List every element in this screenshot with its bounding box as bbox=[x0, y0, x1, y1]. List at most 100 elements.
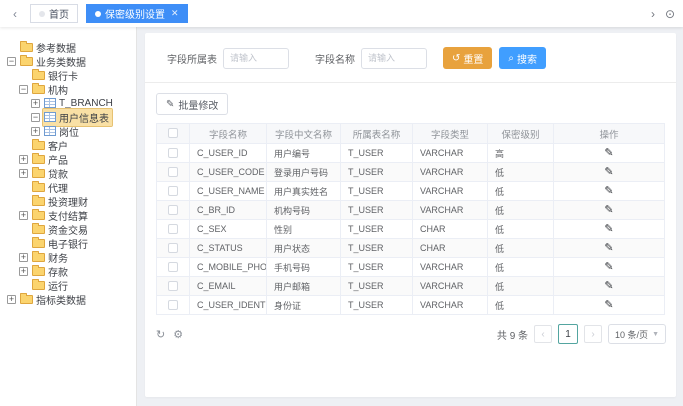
tree-item[interactable]: −用户信息表 bbox=[0, 110, 136, 124]
row-actions-cell: ✎ bbox=[554, 239, 665, 258]
tree-item[interactable]: +产品 bbox=[0, 152, 136, 166]
row-checkbox[interactable] bbox=[168, 205, 178, 215]
edit-pencil-icon[interactable]: ✎ bbox=[604, 147, 613, 159]
table-cell: CHAR bbox=[413, 220, 488, 239]
column-header: 字段类型 bbox=[413, 124, 488, 144]
fields-table: 字段名称字段中文名称所属表名称字段类型保密级别操作 C_USER_ID用户编号T… bbox=[156, 123, 665, 315]
table-row: C_STATUS用户状态T_USERCHAR低✎ bbox=[157, 239, 665, 258]
prev-page-button[interactable]: ‹ bbox=[534, 325, 552, 343]
folder-icon bbox=[32, 267, 45, 276]
chevron-right-icon[interactable]: › bbox=[651, 7, 655, 21]
expand-toggle-icon[interactable]: + bbox=[19, 155, 28, 164]
expand-toggle-icon[interactable]: + bbox=[19, 253, 28, 262]
tab-secrecy-level-settings[interactable]: 保密级别设置 ✕ bbox=[86, 4, 188, 23]
next-page-button[interactable]: › bbox=[584, 325, 602, 343]
total-count-label: 共 9 条 bbox=[497, 327, 528, 342]
tree-item[interactable]: 运行 bbox=[0, 278, 136, 292]
tree-item[interactable]: −机构 bbox=[0, 82, 136, 96]
refresh-icon[interactable]: ↻ bbox=[156, 328, 165, 341]
column-header: 字段名称 bbox=[190, 124, 267, 144]
tree-item[interactable]: 客户 bbox=[0, 138, 136, 152]
row-checkbox[interactable] bbox=[168, 224, 178, 234]
edit-pencil-icon[interactable]: ✎ bbox=[604, 223, 613, 235]
search-button[interactable]: ⌕ 搜索 bbox=[499, 47, 546, 69]
row-checkbox[interactable] bbox=[168, 281, 178, 291]
collapse-toggle-icon[interactable]: − bbox=[19, 85, 28, 94]
tree-item[interactable]: 参考数据 bbox=[0, 40, 136, 54]
row-checkbox[interactable] bbox=[168, 186, 178, 196]
tab-home[interactable]: 首页 bbox=[30, 4, 78, 23]
tree-item[interactable]: +指标类数据 bbox=[0, 292, 136, 306]
field-table-input[interactable] bbox=[223, 48, 289, 69]
row-checkbox[interactable] bbox=[168, 167, 178, 177]
row-select-cell bbox=[157, 220, 190, 239]
tree-item[interactable]: +T_BRANCH bbox=[0, 96, 136, 110]
row-checkbox[interactable] bbox=[168, 148, 178, 158]
expand-toggle-icon[interactable]: + bbox=[31, 99, 40, 108]
expand-toggle-icon[interactable]: + bbox=[7, 295, 16, 304]
table-row: C_USER_ID用户编号T_USERVARCHAR高✎ bbox=[157, 144, 665, 163]
reset-button[interactable]: ↺ 重置 bbox=[443, 47, 492, 69]
tab-bar: ‹ 首页 保密级别设置 ✕ › ⊙ bbox=[0, 0, 683, 27]
select-all-checkbox[interactable] bbox=[168, 128, 178, 138]
expand-toggle-icon[interactable]: + bbox=[19, 169, 28, 178]
close-icon[interactable]: ✕ bbox=[171, 8, 179, 19]
expand-toggle-icon[interactable]: + bbox=[19, 267, 28, 276]
column-settings-icon[interactable]: ⚙ bbox=[173, 328, 183, 341]
tree-item[interactable]: +贷款 bbox=[0, 166, 136, 180]
catalog-tree: 参考数据−业务类数据银行卡−机构+T_BRANCH−用户信息表+岗位客户+产品+… bbox=[0, 40, 136, 306]
tree-item[interactable]: +岗位 bbox=[0, 124, 136, 138]
tree-item[interactable]: 资金交易 bbox=[0, 222, 136, 236]
folder-icon bbox=[20, 57, 33, 66]
edit-pencil-icon[interactable]: ✎ bbox=[604, 242, 613, 254]
edit-pencil-icon[interactable]: ✎ bbox=[604, 280, 613, 292]
pencil-icon: ✎ bbox=[166, 99, 174, 110]
tree-indent-spacer bbox=[19, 197, 31, 206]
table-cell: 低 bbox=[488, 296, 554, 315]
main-panel: 字段所属表 字段名称 ↺ 重置 ⌕ 搜索 ✎ 批量修改 bbox=[145, 33, 676, 397]
table-cell: 身份证 bbox=[267, 296, 341, 315]
row-checkbox[interactable] bbox=[168, 243, 178, 253]
tree-item[interactable]: 投资理财 bbox=[0, 194, 136, 208]
collapse-toggle-icon[interactable]: − bbox=[7, 57, 16, 66]
page-size-select[interactable]: 10 条/页 ▼ bbox=[608, 324, 666, 344]
tree-item[interactable]: −业务类数据 bbox=[0, 54, 136, 68]
row-select-cell bbox=[157, 296, 190, 315]
edit-pencil-icon[interactable]: ✎ bbox=[604, 166, 613, 178]
column-header: 保密级别 bbox=[488, 124, 554, 144]
edit-pencil-icon[interactable]: ✎ bbox=[604, 261, 613, 273]
edit-pencil-icon[interactable]: ✎ bbox=[604, 204, 613, 216]
tree-indent-spacer bbox=[19, 71, 31, 80]
tree-item[interactable]: 电子银行 bbox=[0, 236, 136, 250]
row-actions-cell: ✎ bbox=[554, 201, 665, 220]
tree-node: T_BRANCH bbox=[43, 97, 116, 110]
tree-item[interactable]: 银行卡 bbox=[0, 68, 136, 82]
tree-item[interactable]: +支付结算 bbox=[0, 208, 136, 222]
tree-item[interactable]: 代理 bbox=[0, 180, 136, 194]
folder-icon bbox=[32, 85, 45, 94]
row-checkbox[interactable] bbox=[168, 262, 178, 272]
circle-dot-icon[interactable]: ⊙ bbox=[665, 7, 675, 21]
collapse-toggle-icon[interactable]: − bbox=[31, 113, 40, 122]
tree-indent-spacer bbox=[19, 141, 31, 150]
expand-toggle-icon[interactable]: + bbox=[31, 127, 40, 136]
chevron-left-icon[interactable]: ‹ bbox=[8, 7, 22, 21]
folder-icon bbox=[32, 281, 45, 290]
row-select-cell bbox=[157, 201, 190, 220]
edit-pencil-icon[interactable]: ✎ bbox=[604, 185, 613, 197]
folder-icon bbox=[32, 225, 45, 234]
batch-edit-button[interactable]: ✎ 批量修改 bbox=[156, 93, 228, 115]
folder-icon bbox=[32, 169, 45, 178]
table-cell: 机构号码 bbox=[267, 201, 341, 220]
row-checkbox[interactable] bbox=[168, 300, 178, 310]
folder-icon bbox=[20, 43, 33, 52]
tab-home-label: 首页 bbox=[49, 6, 69, 21]
tree-item[interactable]: +财务 bbox=[0, 250, 136, 264]
tree-item[interactable]: +存款 bbox=[0, 264, 136, 278]
edit-pencil-icon[interactable]: ✎ bbox=[604, 299, 613, 311]
expand-toggle-icon[interactable]: + bbox=[19, 211, 28, 220]
table-row: C_SEX性别T_USERCHAR低✎ bbox=[157, 220, 665, 239]
current-page-button[interactable]: 1 bbox=[558, 324, 578, 344]
tree-indent-spacer bbox=[19, 281, 31, 290]
field-name-input[interactable] bbox=[361, 48, 427, 69]
